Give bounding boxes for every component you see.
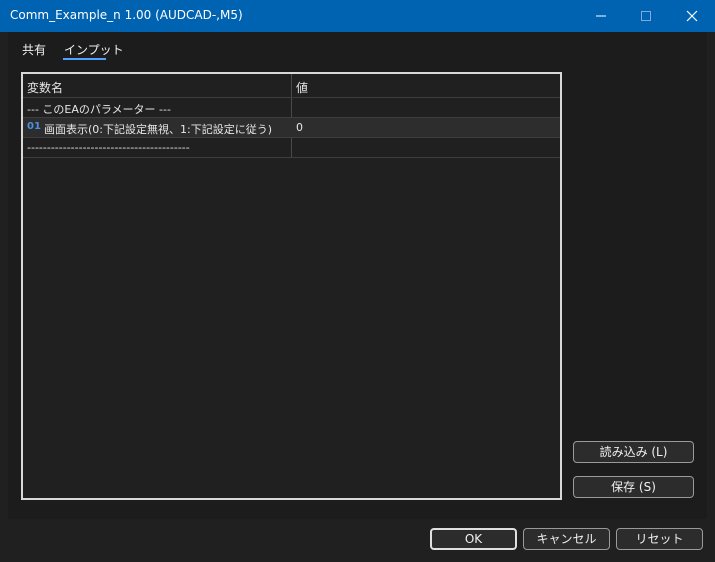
separator-label: ----------------------------------------… [27, 141, 190, 154]
group-label: --- このEAのパラメーター --- [27, 103, 171, 116]
load-button[interactable]: 読み込み (L) [573, 441, 694, 463]
reset-button[interactable]: リセット [616, 528, 703, 550]
minimize-button[interactable] [578, 0, 624, 32]
inputs-table: 変数名 値 --- このEAのパラメーター --- 01 画面表示(0:下記設定… [21, 72, 562, 500]
param-value[interactable]: 0 [296, 121, 303, 134]
table-header: 変数名 値 [23, 74, 560, 98]
window-title: Comm_Example_n 1.00 (AUDCAD-,M5) [10, 8, 243, 22]
integer-param-icon: 01 [27, 121, 41, 132]
tab-common[interactable]: 共有 [22, 41, 46, 58]
close-icon [686, 10, 698, 22]
minimize-icon [596, 15, 606, 17]
ok-button[interactable]: OK [430, 528, 517, 550]
table-row[interactable]: 01 画面表示(0:下記設定無視、1:下記設定に従う) 0 [23, 118, 560, 138]
param-name: 画面表示(0:下記設定無視、1:下記設定に従う) [44, 123, 272, 136]
column-header-name: 変数名 [27, 81, 64, 95]
close-button[interactable] [669, 0, 715, 32]
maximize-icon [641, 11, 651, 21]
title-bar: Comm_Example_n 1.00 (AUDCAD-,M5) [0, 0, 715, 32]
table-row[interactable]: --- このEAのパラメーター --- [23, 98, 560, 118]
row-divider [23, 157, 560, 158]
tab-inputs[interactable]: インプット [64, 41, 124, 58]
save-button[interactable]: 保存 (S) [573, 476, 694, 498]
cancel-button[interactable]: キャンセル [523, 528, 610, 550]
table-row[interactable]: ----------------------------------------… [23, 138, 560, 158]
active-tab-indicator [63, 58, 106, 60]
column-header-value: 値 [296, 81, 309, 95]
maximize-button[interactable] [623, 0, 669, 32]
